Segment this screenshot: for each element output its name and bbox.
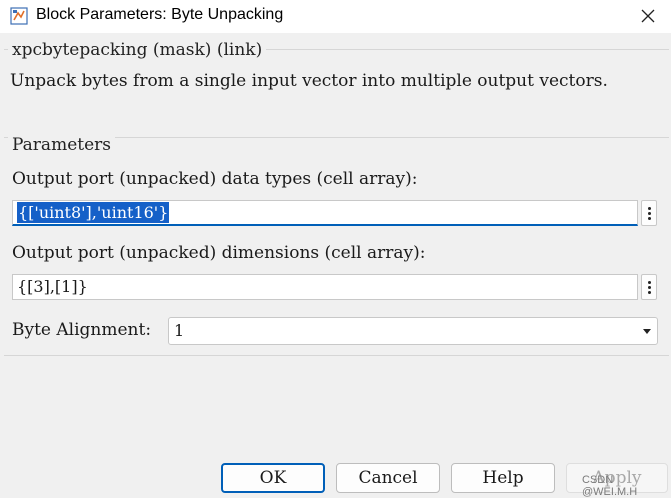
chevron-down-icon: [643, 329, 651, 334]
byte-alignment-select[interactable]: 1: [168, 317, 658, 345]
dimensions-label: Output port (unpacked) dimensions (cell …: [12, 243, 426, 263]
parameters-legend: Parameters: [8, 135, 115, 155]
byte-alignment-value: 1: [174, 321, 185, 340]
title-bar: Block Parameters: Byte Unpacking: [0, 0, 671, 33]
cancel-button[interactable]: Cancel: [336, 463, 440, 493]
watermark: CSDN @WEI.M.H: [582, 474, 638, 498]
close-button[interactable]: [630, 2, 666, 30]
dimensions-value: {[3],[1]}: [17, 277, 88, 296]
dimensions-input[interactable]: {[3],[1]}: [12, 274, 638, 300]
more-dot-icon: [647, 216, 651, 220]
ok-button[interactable]: OK: [221, 463, 325, 493]
data-types-value: {['uint8'],'uint16'}: [17, 202, 170, 223]
more-dot-icon: [647, 211, 651, 215]
more-dot-icon: [647, 290, 651, 294]
dimensions-more-button[interactable]: [641, 274, 657, 300]
mask-legend: xpcbytepacking (mask) (link): [8, 40, 267, 60]
more-dot-icon: [647, 285, 651, 289]
simulink-block-icon: [10, 7, 28, 25]
data-types-more-button[interactable]: [641, 200, 657, 226]
close-icon: [641, 9, 655, 23]
help-button[interactable]: Help: [451, 463, 555, 493]
more-dot-icon: [647, 206, 651, 210]
data-types-input[interactable]: {['uint8'],'uint16'}: [12, 200, 638, 226]
mask-description: Unpack bytes from a single input vector …: [10, 71, 608, 91]
window-title: Block Parameters: Byte Unpacking: [36, 6, 284, 23]
byte-alignment-label: Byte Alignment:: [12, 320, 152, 340]
data-types-label: Output port (unpacked) data types (cell …: [12, 169, 418, 189]
more-dot-icon: [647, 280, 651, 284]
